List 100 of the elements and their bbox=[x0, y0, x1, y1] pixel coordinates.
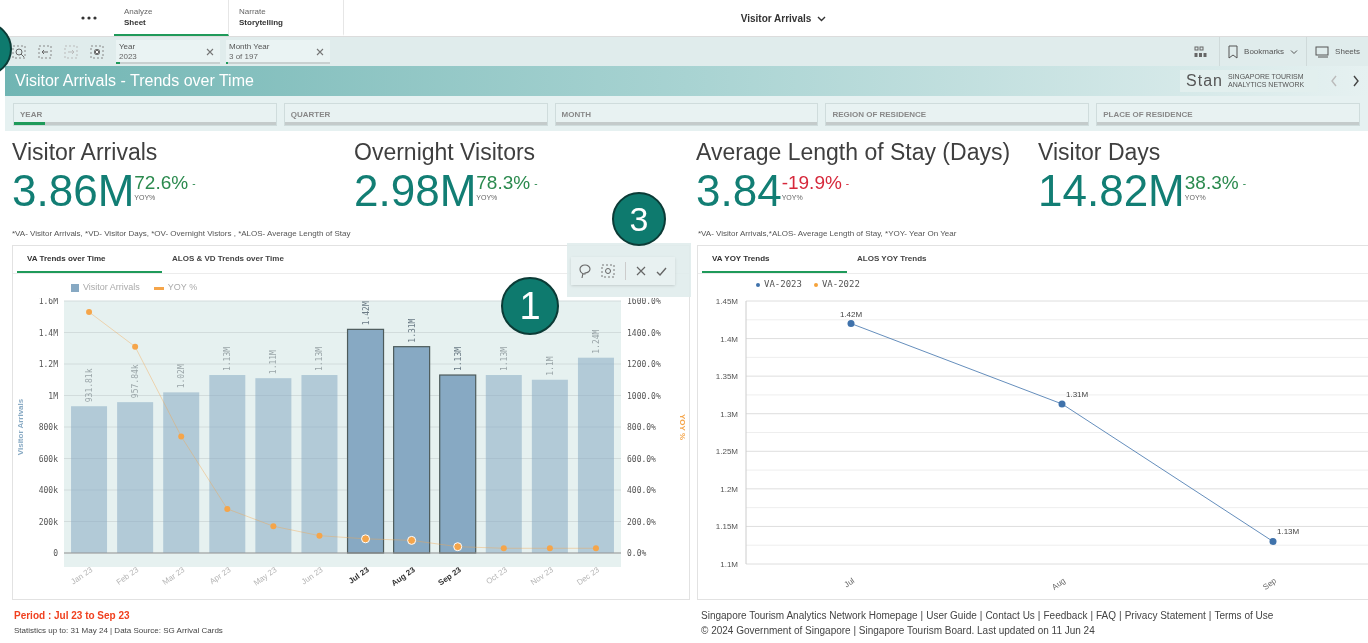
y-axis-tick-label: 1.2M bbox=[38, 360, 58, 369]
y-axis-tick-label: 400k bbox=[38, 486, 58, 495]
bar-value-label: 1.02M bbox=[177, 364, 187, 389]
point bbox=[847, 320, 855, 328]
x-axis-label: Jul bbox=[842, 576, 857, 590]
x-axis-label: Jun 23 bbox=[299, 565, 325, 587]
footer-link[interactable]: Feedback bbox=[1043, 608, 1088, 623]
y2-axis-tick-label: 0.0% bbox=[627, 549, 647, 558]
kpi-title: Average Length of Stay (Days) bbox=[696, 138, 1012, 167]
kpi-trend-indicator: - bbox=[192, 176, 196, 191]
link-separator: | bbox=[1118, 609, 1123, 623]
kpi-title: Visitor Days bbox=[1038, 138, 1162, 167]
y-axis-tick-label: 600k bbox=[38, 454, 58, 464]
y-axis-tick-label: 1.4M bbox=[720, 334, 738, 344]
x-axis-label: May 23 bbox=[251, 565, 279, 588]
chart-tab[interactable]: ALOS YOY Trends bbox=[847, 246, 992, 273]
kpi-trend-indicator: - bbox=[1242, 176, 1246, 191]
y2-axis-tick-label: 800.0% bbox=[627, 423, 656, 432]
selection-field: Year bbox=[119, 41, 206, 52]
y-axis-tick-label: 1.15M bbox=[715, 522, 738, 532]
link-separator: | bbox=[1207, 609, 1213, 623]
logo-mark: Stan bbox=[1186, 71, 1223, 91]
footer-link[interactable]: Singapore Tourism Analytics Network Homepage bbox=[701, 608, 918, 623]
selection-search-icon[interactable] bbox=[12, 44, 26, 59]
bar-value-label: 931.81k bbox=[85, 368, 95, 403]
legend-label: VA-2022 bbox=[821, 278, 860, 292]
bar-value-label: 1.13M bbox=[315, 346, 325, 371]
selection-field: Month Year bbox=[229, 41, 316, 52]
sheets-icon[interactable] bbox=[1315, 45, 1330, 58]
bookmark-icon[interactable] bbox=[1228, 44, 1239, 59]
kpi-value: 3.84 bbox=[696, 167, 782, 215]
abbreviation-note: *VA- Visitor Arrivals,*ALOS- Average Length of Stay, *YOY- Year On Year bbox=[698, 228, 957, 240]
y-axis-tick-label: 1.1M bbox=[720, 560, 738, 569]
footer-link[interactable]: Terms of Use bbox=[1214, 608, 1274, 623]
bar-value-label: 957.84k bbox=[131, 364, 141, 399]
bar-value-label: 1.24M bbox=[591, 329, 601, 354]
kpi-title: Visitor Arrivals bbox=[12, 138, 159, 167]
x-axis-label: Sep bbox=[1261, 576, 1279, 592]
y2-axis-tick-label: 1600.0% bbox=[627, 298, 661, 306]
kpi-change: -19.9% bbox=[781, 173, 842, 193]
data-label: 1.13M bbox=[1277, 527, 1300, 537]
next-icon[interactable] bbox=[1352, 75, 1360, 87]
lasso-icon[interactable] bbox=[579, 263, 591, 279]
x-axis-label: Sep 23 bbox=[436, 565, 463, 588]
more-icon[interactable] bbox=[80, 14, 98, 22]
x-axis-label: Aug bbox=[1050, 576, 1068, 592]
yoy-point bbox=[453, 542, 463, 552]
bar-value-label: 1.13M bbox=[499, 346, 509, 371]
cancel-icon[interactable] bbox=[636, 266, 646, 276]
chart-tab[interactable]: VA YOY Trends bbox=[702, 246, 847, 273]
y-axis-tick-label: 1.45M bbox=[715, 297, 738, 306]
yoy-point bbox=[546, 545, 553, 552]
chart-tab[interactable]: ALOS & VD Trends over Time bbox=[162, 246, 307, 273]
kpi-value: 2.98M bbox=[354, 167, 477, 215]
sheet-title-dropdown[interactable]: Visitor Arrivals bbox=[740, 10, 827, 26]
selection-value: 3 of 197 bbox=[229, 51, 259, 62]
selection-value: 2023 bbox=[119, 51, 138, 62]
footer-link[interactable]: User Guide bbox=[926, 608, 977, 623]
select-area-icon[interactable] bbox=[601, 264, 615, 278]
y2-axis-tick-label: 400.0% bbox=[627, 486, 656, 495]
kpi-trend-indicator: - bbox=[845, 176, 850, 191]
confirm-icon[interactable] bbox=[656, 266, 667, 276]
yoy-point bbox=[407, 535, 417, 545]
yoy-point bbox=[86, 309, 93, 315]
bar-value-label: 1.42M bbox=[361, 301, 371, 326]
kpi-value: 14.82M bbox=[1038, 167, 1185, 215]
selection-chip[interactable]: Month Year 3 of 197 bbox=[226, 39, 330, 64]
link-separator: | bbox=[1089, 609, 1094, 623]
y-axis-tick-label: 1.25M bbox=[715, 447, 738, 457]
legend-label: VA-2023 bbox=[764, 278, 802, 292]
x-axis-label: Nov 23 bbox=[529, 565, 555, 588]
kpi-trend-indicator: - bbox=[534, 176, 538, 191]
selection-chip[interactable]: Year 2023 bbox=[116, 39, 220, 64]
close-icon[interactable] bbox=[206, 47, 214, 56]
y2-axis-tick-label: 600.0% bbox=[627, 454, 656, 464]
y-axis-tick-label: 1.35M bbox=[715, 372, 738, 382]
legend-label: YOY % bbox=[167, 281, 198, 295]
step-number-callout: 3 bbox=[612, 192, 666, 246]
data-label: 1.42M bbox=[839, 309, 863, 319]
data-label: 1.31M bbox=[1066, 389, 1089, 399]
y-axis-tick-label: 1.2M bbox=[720, 484, 738, 494]
yoy-point bbox=[500, 545, 507, 552]
footer-link[interactable]: Privacy Statement bbox=[1124, 608, 1206, 623]
footer-link[interactable]: Contact Us bbox=[985, 608, 1035, 623]
y2-axis-tick-label: 1000.0% bbox=[627, 391, 661, 401]
y-axis-tick-label: 1.6M bbox=[38, 298, 58, 306]
period-label: Period : Jul 23 to Sep 23 bbox=[14, 609, 131, 623]
footer-link[interactable]: FAQ bbox=[1096, 608, 1116, 623]
link-separator: | bbox=[1036, 609, 1042, 623]
close-icon[interactable] bbox=[316, 47, 324, 56]
nav-tab[interactable]: Narrate Storytelling bbox=[229, 0, 344, 36]
chart-tab[interactable]: VA Trends over Time bbox=[17, 246, 162, 273]
grid-icon[interactable] bbox=[1194, 45, 1208, 58]
yoy-point bbox=[270, 523, 277, 530]
yoy-point bbox=[224, 505, 231, 512]
y-axis-title: Visitor Arrivals bbox=[16, 398, 25, 456]
x-axis-label: Feb 23 bbox=[114, 565, 141, 587]
clear-selections-icon[interactable] bbox=[90, 44, 104, 59]
y-axis-tick-label: 800k bbox=[38, 423, 58, 432]
chevron-down-icon[interactable] bbox=[817, 14, 827, 22]
